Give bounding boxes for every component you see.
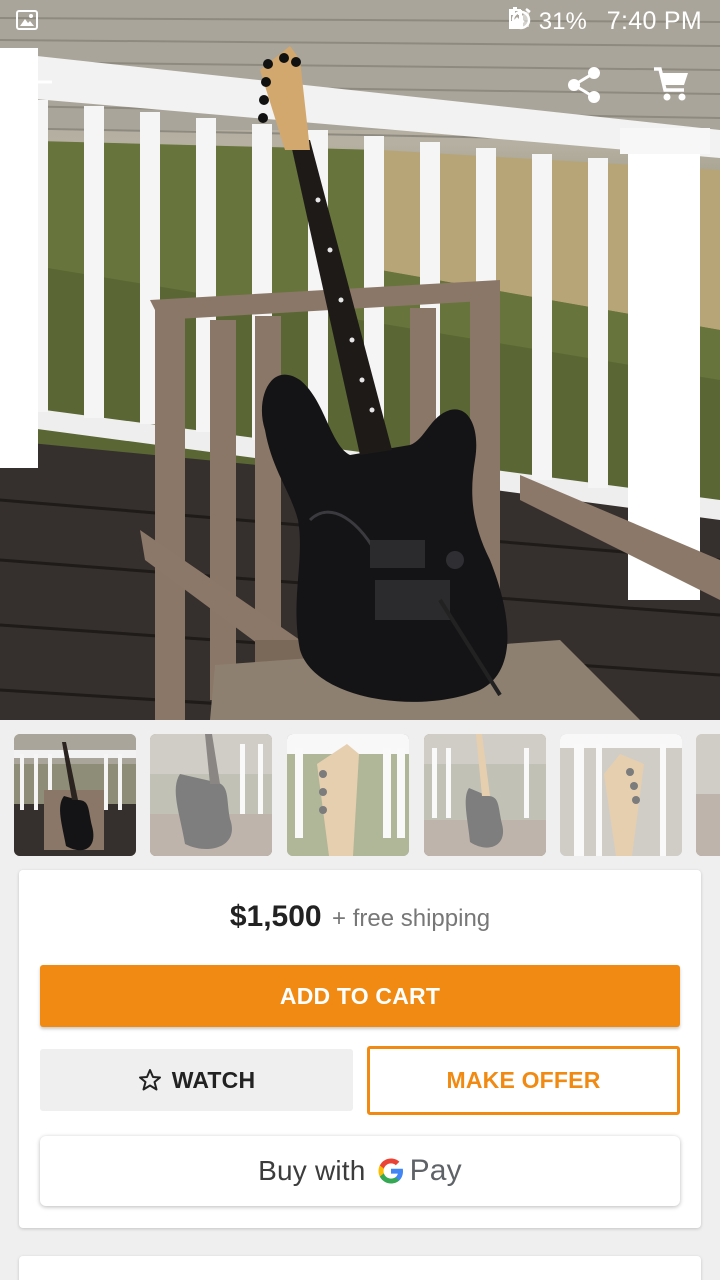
star-outline-icon	[138, 1068, 162, 1092]
thumbnail-2[interactable]	[150, 734, 272, 856]
buy-with-label: Buy with	[258, 1155, 366, 1186]
thumbnail-1[interactable]	[14, 734, 136, 856]
clock-time: 7:40 PM	[606, 7, 702, 35]
thumbnail-strip[interactable]	[0, 734, 720, 858]
product-main-photo[interactable]: 31% 7:40 PM	[0, 0, 720, 720]
status-bar: 31% 7:40 PM	[0, 0, 720, 44]
thumbnail-6[interactable]	[696, 734, 720, 856]
battery-percent: 31%	[538, 7, 587, 35]
cart-button[interactable]	[652, 66, 708, 118]
thumbnail-3[interactable]	[287, 734, 409, 856]
price-row: $1,500 + free shipping	[19, 900, 701, 934]
make-offer-button[interactable]: MAKE OFFER	[367, 1046, 680, 1115]
item-price: $1,500	[229, 900, 322, 933]
details-card	[19, 1256, 701, 1280]
purchase-card: $1,500 + free shipping ADD TO CART WATCH…	[19, 870, 701, 1228]
shipping-info: + free shipping	[332, 905, 491, 932]
share-button[interactable]	[566, 66, 622, 118]
make-offer-label: MAKE OFFER	[446, 1067, 601, 1093]
thumbnail-4[interactable]	[424, 734, 546, 856]
back-button[interactable]	[22, 68, 76, 116]
google-g-icon	[376, 1156, 406, 1186]
add-to-cart-label: ADD TO CART	[279, 982, 441, 1009]
add-to-cart-button[interactable]: ADD TO CART	[40, 965, 680, 1027]
google-pay-button[interactable]: Buy with Pay	[40, 1136, 680, 1206]
thumbnail-5[interactable]	[560, 734, 682, 856]
watch-button[interactable]: WATCH	[40, 1049, 353, 1111]
pay-label: Pay	[409, 1154, 462, 1187]
watch-label: WATCH	[171, 1066, 256, 1093]
